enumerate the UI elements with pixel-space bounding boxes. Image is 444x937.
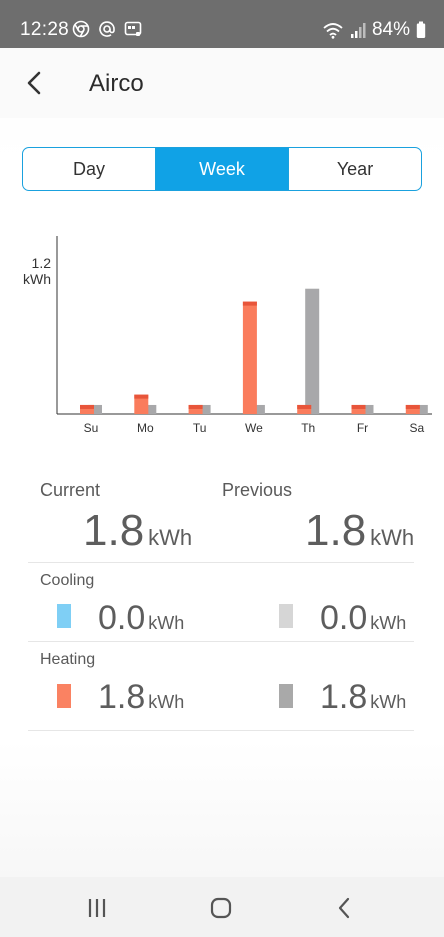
battery-icon bbox=[416, 21, 426, 38]
heating-current-value: 1.8 bbox=[98, 678, 146, 716]
cooling-current: 0.0 kWh bbox=[98, 599, 184, 638]
y-tick-unit: kWh bbox=[23, 271, 51, 287]
cooling-previous-unit: kWh bbox=[370, 613, 407, 633]
heating-previous: 1.8 kWh bbox=[320, 678, 406, 717]
recent-apps-icon[interactable] bbox=[82, 895, 112, 921]
status-time: 12:28 bbox=[20, 19, 70, 40]
divider bbox=[28, 641, 414, 642]
wifi-icon bbox=[323, 23, 343, 39]
system-nav-bar bbox=[0, 877, 444, 937]
tab-week[interactable]: Week bbox=[156, 148, 289, 190]
chart-svg: 1.2 kWh Su Mo Tu We Th Fr Sa bbox=[23, 236, 432, 435]
current-total: 1.8 kWh bbox=[83, 506, 192, 556]
heating-label: Heating bbox=[40, 651, 96, 668]
cooling-label: Cooling bbox=[40, 572, 95, 589]
heating-current-swatch bbox=[57, 684, 71, 708]
current-total-unit: kWh bbox=[148, 525, 193, 550]
status-notification-icons bbox=[72, 20, 142, 38]
current-bar-cap-tu bbox=[188, 404, 203, 409]
divider bbox=[28, 730, 414, 731]
status-system-icons: 84% bbox=[322, 19, 426, 41]
previous-bar-th bbox=[305, 288, 320, 414]
chart-x-labels: Su Mo Tu We Th Fr Sa bbox=[84, 421, 425, 435]
page-title: Airco bbox=[89, 70, 144, 97]
at-sign-icon bbox=[99, 21, 115, 37]
x-tick-label-tu: Tu bbox=[193, 421, 207, 435]
screen: 12:28 84% Airco Day Week Year 1.2 kWh Su… bbox=[0, 0, 444, 937]
cooling-current-unit: kWh bbox=[148, 613, 185, 633]
x-tick-label-mo: Mo bbox=[137, 421, 154, 435]
current-bar-we bbox=[242, 301, 257, 414]
tab-day[interactable]: Day bbox=[23, 148, 156, 190]
app-header: Airco bbox=[0, 48, 444, 118]
chart-bars bbox=[80, 288, 428, 414]
previous-total-unit: kWh bbox=[370, 525, 415, 550]
battery-percentage: 84% bbox=[371, 19, 410, 40]
x-tick-label-su: Su bbox=[84, 421, 99, 435]
status-bar: 12:28 84% bbox=[0, 0, 444, 48]
current-bar-cap-sa bbox=[405, 404, 420, 409]
cooling-previous-value: 0.0 bbox=[320, 599, 368, 637]
back-arrow-icon[interactable] bbox=[18, 66, 52, 100]
current-label: Current bbox=[40, 480, 101, 500]
period-selector: Day Week Year bbox=[22, 147, 422, 191]
current-bar-cap-fr bbox=[351, 404, 366, 409]
divider bbox=[28, 562, 414, 563]
x-tick-label-fr: Fr bbox=[357, 421, 368, 435]
cooling-previous-swatch bbox=[279, 604, 293, 628]
current-bar-cap-th bbox=[297, 404, 312, 409]
cooling-current-swatch bbox=[57, 604, 71, 628]
heating-previous-value: 1.8 bbox=[320, 678, 368, 716]
heating-previous-swatch bbox=[279, 684, 293, 708]
previous-label: Previous bbox=[222, 480, 293, 500]
back-icon[interactable] bbox=[330, 895, 360, 921]
current-bar-cap-we bbox=[242, 301, 257, 306]
previous-total: 1.8 kWh bbox=[305, 506, 414, 556]
x-tick-label-sa: Sa bbox=[409, 421, 424, 435]
home-icon[interactable] bbox=[206, 895, 236, 921]
x-tick-label-th: Th bbox=[301, 421, 315, 435]
y-tick-value: 1.2 bbox=[32, 255, 52, 271]
weekly-energy-chart: 1.2 kWh Su Mo Tu We Th Fr Sa bbox=[0, 226, 444, 441]
current-bar-cap-su bbox=[80, 404, 94, 409]
signal-icon bbox=[350, 23, 366, 38]
chrome-icon bbox=[72, 20, 90, 38]
current-bar-cap-mo bbox=[134, 394, 149, 399]
tab-year[interactable]: Year bbox=[289, 148, 421, 190]
heating-previous-unit: kWh bbox=[370, 692, 407, 712]
previous-total-value: 1.8 bbox=[305, 506, 367, 555]
x-tick-label-we: We bbox=[245, 421, 263, 435]
app-notification-icon bbox=[124, 21, 142, 36]
heating-current-unit: kWh bbox=[148, 692, 185, 712]
heating-current: 1.8 kWh bbox=[98, 678, 184, 717]
cooling-previous: 0.0 kWh bbox=[320, 599, 406, 638]
cooling-current-value: 0.0 bbox=[98, 599, 146, 637]
current-total-value: 1.8 bbox=[83, 506, 145, 555]
